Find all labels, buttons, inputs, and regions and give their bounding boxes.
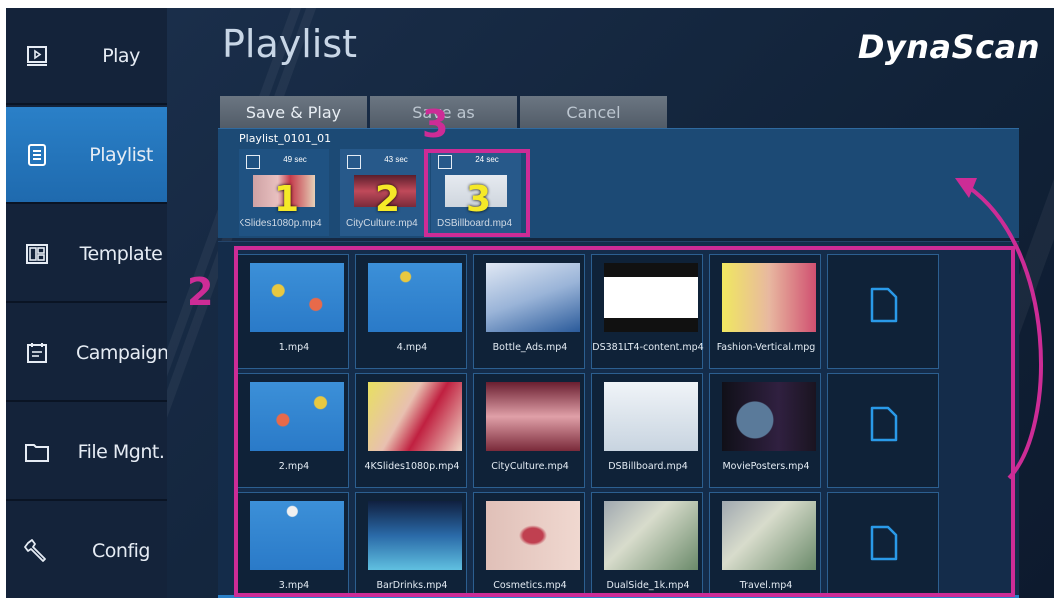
order-number: 2	[375, 179, 401, 220]
campaign-icon	[24, 340, 50, 366]
nav-play-label: Play	[102, 44, 140, 67]
nav-config[interactable]: Config	[6, 503, 167, 598]
nav-file-mgnt[interactable]: File Mgnt.	[6, 404, 167, 501]
brand-logo: DynaScan	[857, 28, 1040, 66]
checkbox[interactable]	[347, 155, 361, 169]
page-title: Playlist	[222, 22, 358, 66]
playlist-item[interactable]: 49 sec 4KSlides1080p.mp4 1	[239, 149, 329, 236]
nav-file-mgnt-label: File Mgnt.	[77, 440, 165, 463]
highlight-box-playlist-item	[424, 149, 530, 237]
highlight-box-file-grid	[234, 246, 1015, 597]
callout-number: 2	[187, 270, 214, 314]
nav-playlist[interactable]: Playlist	[6, 107, 167, 204]
callout-number: 3	[422, 102, 449, 146]
order-number: 1	[274, 179, 300, 220]
nav-config-label: Config	[92, 539, 150, 562]
nav-campaign-label: Campaign	[76, 341, 169, 364]
template-icon	[24, 241, 50, 267]
nav-template[interactable]: Template	[6, 206, 167, 303]
duration-label: 43 sec	[384, 155, 408, 164]
curved-arrow-icon	[955, 178, 1043, 480]
checkbox[interactable]	[246, 155, 260, 169]
wrench-icon	[24, 538, 50, 564]
nav-play[interactable]: Play	[6, 8, 167, 105]
playlist-name: Playlist_0101_01	[239, 132, 332, 145]
playlist-item[interactable]: 43 sec CityCulture.mp4 2	[340, 149, 430, 236]
nav-campaign[interactable]: Campaign	[6, 305, 169, 402]
duration-label: 49 sec	[283, 155, 307, 164]
sidebar: Play Playlist Template Campaign File Mgn…	[6, 8, 169, 598]
playlist-strip: Playlist_0101_01 49 sec 4KSlides1080p.mp…	[218, 128, 1019, 238]
playlist-icon	[24, 142, 50, 168]
play-screen-icon	[24, 43, 50, 69]
nav-playlist-label: Playlist	[89, 143, 153, 166]
nav-template-label: Template	[79, 242, 163, 265]
main-panel: Playlist DynaScan Save & Play Save as Ca…	[167, 8, 1054, 598]
save-and-play-button[interactable]: Save & Play	[220, 96, 367, 128]
cancel-button[interactable]: Cancel	[520, 96, 667, 128]
folder-icon	[24, 439, 50, 465]
